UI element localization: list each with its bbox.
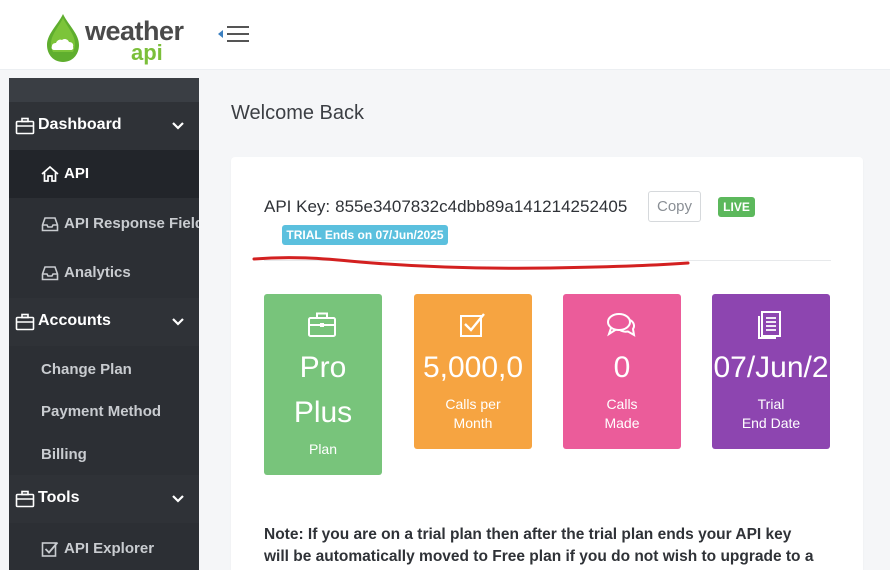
- sidebar-item-payment-method[interactable]: Payment Method: [9, 392, 199, 432]
- stat-tile-trial-end-date: 07/Jun/2 Trial End Date: [712, 294, 830, 449]
- sidebar-section-dashboard[interactable]: Dashboard: [9, 102, 199, 150]
- sidebar-item-billing[interactable]: Billing: [9, 435, 199, 475]
- inbox-icon: [41, 217, 59, 232]
- sidebar-item-label: API Response Fields: [64, 215, 199, 232]
- stat-tile-calls-made: 0 Calls Made: [563, 294, 681, 449]
- copy-api-key-button[interactable]: Copy: [648, 191, 701, 222]
- api-key-value[interactable]: 855e3407832c4dbb89a141214252405: [335, 197, 627, 217]
- checkbox-icon: [41, 541, 59, 557]
- sidebar-item-analytics[interactable]: Analytics: [9, 249, 199, 297]
- sidebar-top-bar: [9, 78, 199, 102]
- stat-caption-line2: Month: [453, 415, 493, 431]
- chevron-down-icon: [172, 122, 184, 130]
- stat-caption-line2: Made: [604, 415, 640, 431]
- status-badge: LIVE: [718, 197, 755, 217]
- stat-value: 5,000,0: [422, 351, 524, 384]
- sidebar-item-label: Analytics: [64, 264, 131, 281]
- api-key-label: API Key:: [264, 197, 331, 216]
- sidebar-item-api-explorer[interactable]: API Explorer: [9, 525, 199, 570]
- sidebar-section-label: Tools: [38, 489, 80, 506]
- sidebar-section-tools[interactable]: Tools: [9, 475, 199, 523]
- stat-tile-plan: Pro Plus Plan: [264, 294, 382, 475]
- sidebar-section-label: Dashboard: [38, 116, 122, 133]
- home-icon: [41, 165, 59, 182]
- weatherapi-logo[interactable]: weather api: [40, 10, 184, 66]
- note-line: will be automatically moved to Free plan…: [264, 548, 814, 565]
- sidebar-item-label: API: [64, 165, 90, 182]
- chat-bubbles-icon: [607, 313, 636, 337]
- stat-caption: Calls per: [445, 396, 501, 412]
- sidebar: Dashboard API API Response Fields Analyt…: [9, 78, 199, 570]
- stat-caption-line2: End Date: [741, 415, 801, 431]
- chevron-down-icon: [172, 495, 184, 503]
- hamburger-menu-icon[interactable]: [216, 24, 252, 48]
- stat-caption: Trial: [757, 396, 785, 412]
- sidebar-item-label: API Explorer: [64, 540, 155, 557]
- stat-caption: Calls: [606, 396, 638, 412]
- sidebar-item-label: Change Plan: [41, 361, 132, 378]
- red-underline-annotation: [252, 256, 690, 270]
- logo-word-api: api: [131, 40, 163, 65]
- page-title: Welcome Back: [231, 102, 365, 124]
- briefcase-icon: [15, 313, 35, 331]
- sidebar-section-accounts[interactable]: Accounts: [9, 298, 199, 346]
- sidebar-section-label: Accounts: [38, 312, 111, 329]
- stat-caption: Plan: [308, 441, 338, 457]
- note-line: Note: If you are on a trial plan then af…: [264, 526, 792, 543]
- trial-end-badge: TRIAL Ends on 07/Jun/2025: [282, 225, 448, 245]
- chevron-down-icon: [172, 318, 184, 326]
- briefcase-icon: [15, 117, 35, 135]
- document-icon: [758, 311, 781, 339]
- stat-value: 07/Jun/2: [713, 351, 829, 384]
- sidebar-item-change-plan[interactable]: Change Plan: [9, 350, 199, 390]
- briefcase-icon: [15, 490, 35, 508]
- drop-logo-icon: [47, 14, 79, 62]
- inbox-icon: [41, 266, 59, 281]
- stat-value-line2: Plus: [293, 396, 353, 429]
- stat-value: 0: [613, 351, 631, 384]
- briefcase-icon: [308, 312, 336, 337]
- trial-note: Note: If you are on a trial plan then af…: [264, 524, 844, 568]
- sidebar-item-label: Billing: [41, 446, 87, 463]
- sidebar-item-api[interactable]: API: [9, 150, 199, 198]
- sidebar-item-api-response-fields[interactable]: API Response Fields: [9, 200, 199, 248]
- checkbox-icon: [460, 313, 485, 337]
- stat-tile-calls-per-month: 5,000,0 Calls per Month: [414, 294, 532, 449]
- api-key-row: API Key: 855e3407832c4dbb89a141214252405: [264, 194, 627, 220]
- sidebar-item-label: Payment Method: [41, 403, 162, 420]
- top-header: weather api: [0, 0, 890, 70]
- stat-value: Pro: [299, 351, 347, 384]
